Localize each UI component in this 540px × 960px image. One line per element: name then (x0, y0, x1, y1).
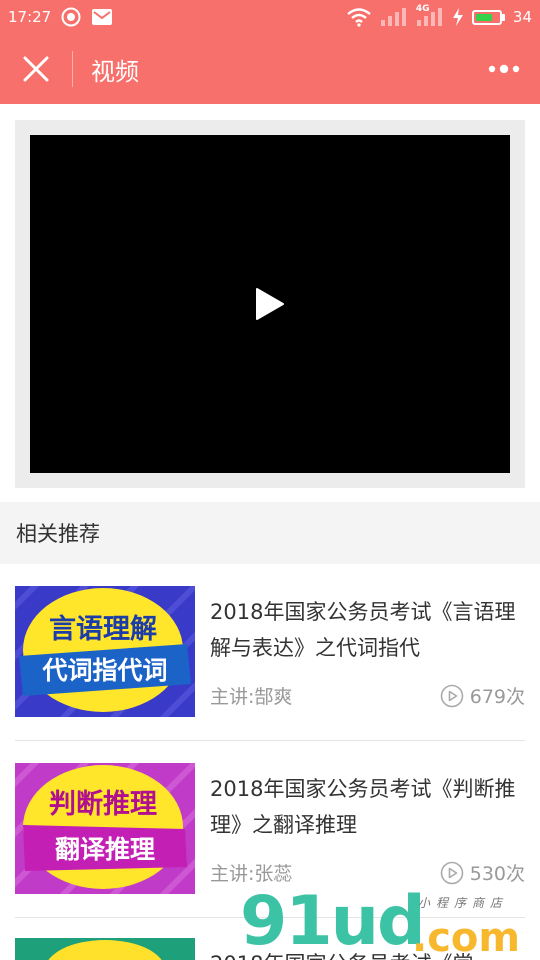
close-button[interactable] (0, 34, 72, 104)
thumb-line1: 判断推理 (49, 789, 157, 820)
battery-tip (501, 13, 505, 21)
lecturer-label: 主讲:郜爽 (210, 686, 293, 708)
battery-body (471, 9, 502, 25)
status-time: 17:27 (8, 8, 52, 26)
lecturer-label: 主讲:张蕊 (210, 863, 293, 885)
page-title: 视频 (91, 57, 139, 86)
thumb-line2: 代词指代词 (41, 656, 167, 685)
video-container (15, 120, 525, 488)
signal-4g-icon: 4G (416, 4, 444, 26)
status-bar: 17:27 4G 34 (0, 0, 540, 34)
list-item[interactable]: 言语理解 代词指代词 2018年国家公务员考试《言语理解与表达》之代词指代 主讲… (15, 564, 525, 741)
close-icon (23, 56, 49, 82)
status-left: 17:27 (8, 7, 113, 27)
list-item[interactable]: 判断推理 翻译推理 2018年国家公务员考试《判断推理》之翻译推理 主讲:张蕊 … (15, 741, 525, 918)
nav-bar: 视频 (0, 34, 540, 104)
video-title[interactable]: 2018年国家公务员考试《判断推理》之翻译推理 (210, 771, 530, 843)
video-player[interactable] (30, 135, 510, 473)
play-count-icon (440, 861, 464, 884)
charging-icon (452, 8, 464, 26)
view-count-group: 530次 (440, 859, 525, 886)
section-header: 相关推荐 (0, 502, 540, 564)
nav-divider (72, 51, 73, 87)
video-title[interactable]: 2018年国家公务员考试《常 (210, 946, 530, 960)
wifi-icon (346, 7, 372, 27)
status-right: 4G 34 (346, 4, 532, 27)
section-title: 相关推荐 (16, 522, 100, 546)
play-icon[interactable] (255, 287, 285, 321)
video-title[interactable]: 2018年国家公务员考试《言语理解与表达》之代词指代 (210, 594, 530, 666)
battery-level: 34 (512, 8, 532, 26)
video-thumbnail[interactable]: 判断推理 翻译推理 (15, 763, 195, 894)
play-count-icon (440, 684, 464, 707)
video-thumbnail[interactable]: 言语理解 代词指代词 (15, 586, 195, 717)
app-notification-icon (61, 7, 81, 27)
view-count-group: 679次 (440, 682, 525, 709)
battery-icon (471, 9, 505, 25)
spacer (0, 488, 540, 502)
view-count: 530次 (469, 863, 525, 885)
recommendation-list: 言语理解 代词指代词 2018年国家公务员考试《言语理解与表达》之代词指代 主讲… (0, 564, 540, 960)
mail-icon (91, 8, 113, 26)
battery-fill (475, 13, 492, 21)
page: 17:27 4G 34 视频 相关推荐 言语理解 代词指代词 2018年国家公务… (0, 0, 540, 960)
thumb-line1: 言语理解 (49, 614, 157, 645)
more-button[interactable] (468, 34, 540, 104)
more-icon (488, 64, 520, 74)
thumb-line2: 翻译推理 (55, 835, 155, 864)
view-count: 679次 (469, 686, 525, 708)
video-thumbnail[interactable] (15, 938, 195, 960)
signal-bars-icon (380, 8, 408, 26)
network-label: 4G (415, 4, 430, 14)
list-item[interactable]: 2018年国家公务员考试《常 (15, 918, 525, 960)
